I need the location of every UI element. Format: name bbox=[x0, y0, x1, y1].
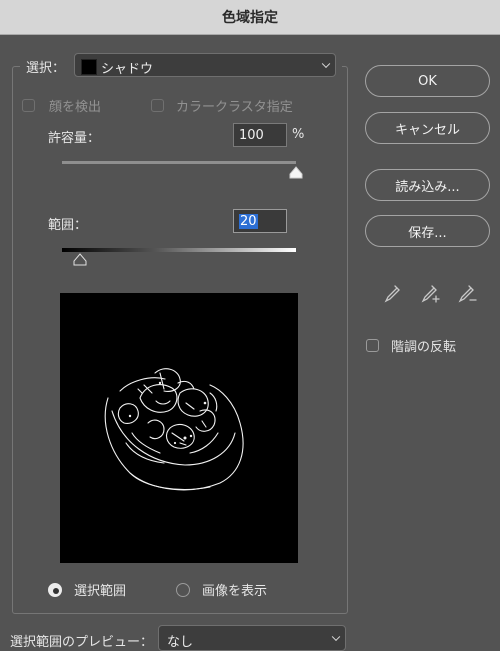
detect-faces-label: 顔を検出 bbox=[49, 100, 102, 115]
radio-image-label: 画像を表示 bbox=[202, 584, 268, 599]
fuzziness-slider-thumb[interactable] bbox=[289, 166, 303, 179]
selection-preview-label: 選択範囲のプレビュー： bbox=[10, 635, 154, 650]
fuzziness-slider-track[interactable] bbox=[62, 161, 296, 164]
local-clusters-label: カラークラスタ指定 bbox=[176, 100, 293, 115]
local-clusters-option[interactable]: カラークラスタ指定 bbox=[151, 96, 293, 115]
selection-preview-value: なし bbox=[167, 635, 194, 650]
range-slider-thumb[interactable] bbox=[73, 253, 87, 266]
eyedropper-plus-icon[interactable] bbox=[418, 282, 440, 304]
local-clusters-checkbox[interactable] bbox=[151, 99, 164, 112]
load-button[interactable]: 読み込み... bbox=[365, 169, 490, 201]
select-label: 選択： bbox=[26, 61, 66, 76]
radio-image[interactable] bbox=[176, 582, 190, 597]
ok-button-label: OK bbox=[418, 73, 437, 89]
chevron-down-icon bbox=[331, 632, 341, 642]
range-slider-track[interactable] bbox=[62, 248, 296, 252]
cancel-button[interactable]: キャンセル bbox=[365, 112, 490, 144]
detect-faces-option[interactable]: 顔を検出 bbox=[22, 96, 101, 115]
select-value: シャドウ bbox=[101, 62, 154, 77]
range-input[interactable]: 20 bbox=[233, 209, 287, 233]
color-swatch-icon bbox=[81, 59, 97, 75]
ok-button[interactable]: OK bbox=[365, 65, 490, 97]
range-value: 20 bbox=[239, 213, 258, 229]
invert-option[interactable]: 階調の反転 bbox=[366, 336, 456, 355]
selection-preview-dropdown[interactable]: なし bbox=[158, 625, 346, 651]
save-button[interactable]: 保存... bbox=[365, 215, 490, 247]
select-row: 選択： シャドウ bbox=[20, 53, 342, 77]
range-label: 範囲： bbox=[48, 218, 88, 233]
load-button-label: 読み込み... bbox=[395, 179, 460, 195]
radio-selection-option[interactable]: 選択範囲 bbox=[48, 580, 126, 599]
radio-image-option[interactable]: 画像を表示 bbox=[176, 580, 267, 599]
invert-checkbox[interactable] bbox=[366, 339, 379, 352]
chevron-down-icon bbox=[321, 59, 331, 69]
detect-faces-checkbox[interactable] bbox=[22, 99, 35, 112]
eyedropper-minus-icon[interactable] bbox=[455, 282, 477, 304]
radio-selection-label: 選択範囲 bbox=[74, 584, 127, 599]
dialog-title-bar: 色域指定 bbox=[0, 0, 500, 35]
dialog-title: 色域指定 bbox=[222, 10, 278, 26]
fuzziness-value: 100 bbox=[239, 127, 264, 143]
fuzziness-unit: % bbox=[292, 127, 305, 142]
radio-selection[interactable] bbox=[48, 582, 62, 597]
selection-preview-image bbox=[60, 293, 298, 563]
bowl-mask-illustration bbox=[104, 368, 244, 491]
fuzziness-label: 許容量： bbox=[48, 131, 101, 146]
save-button-label: 保存... bbox=[408, 225, 447, 241]
cancel-button-label: キャンセル bbox=[394, 122, 460, 138]
invert-label: 階調の反転 bbox=[391, 340, 457, 355]
select-dropdown[interactable]: シャドウ bbox=[74, 53, 336, 77]
fuzziness-input[interactable]: 100 bbox=[233, 123, 287, 147]
eyedropper-icon[interactable] bbox=[381, 282, 403, 304]
